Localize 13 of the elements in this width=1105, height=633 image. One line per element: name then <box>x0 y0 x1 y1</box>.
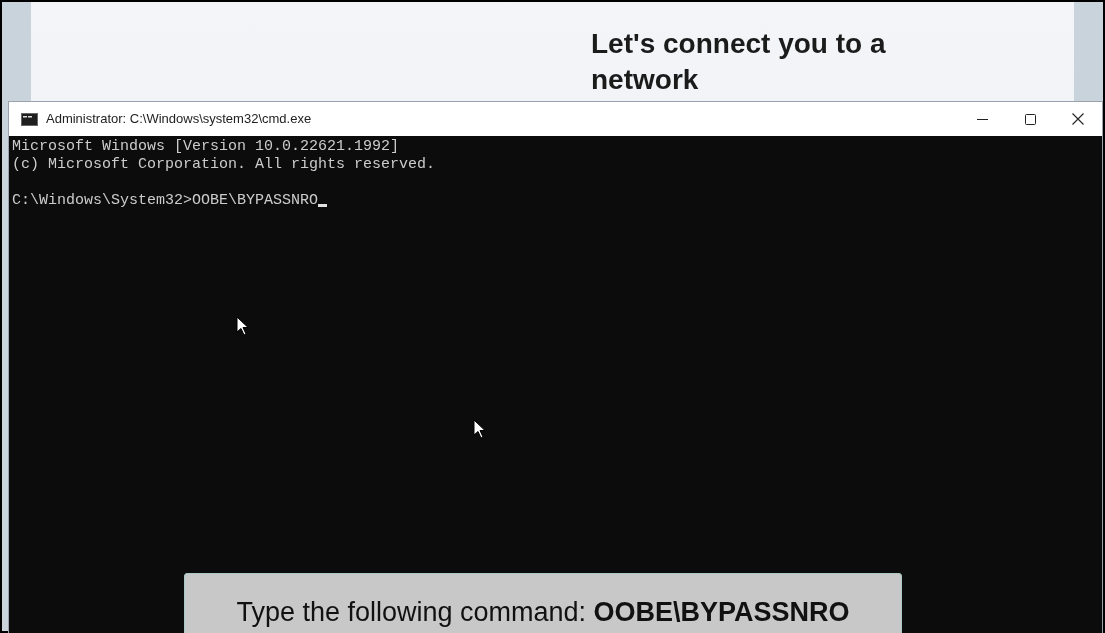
console-line: (c) Microsoft Corporation. All rights reserved. <box>12 156 436 174</box>
setup-heading: Let's connect you to a network <box>591 27 887 97</box>
console-line: Microsoft Windows [Version 10.0.22621.1992] <box>12 138 400 156</box>
caption-text: Type the following command: OOBE\BYPASSNRO <box>236 596 850 629</box>
mouse-pointer-icon <box>473 419 486 439</box>
minimize-icon <box>976 118 988 120</box>
text-cursor <box>318 204 328 207</box>
command-line: C:\Windows\System32>OOBE\BYPASSNRO <box>12 192 319 210</box>
window-title: Administrator: C:\Windows\system32\cmd.exe <box>46 110 312 129</box>
close-icon <box>1072 113 1084 125</box>
terminal-icon <box>21 112 38 126</box>
mouse-pointer-icon <box>236 316 249 336</box>
maximize-icon <box>1024 113 1036 125</box>
